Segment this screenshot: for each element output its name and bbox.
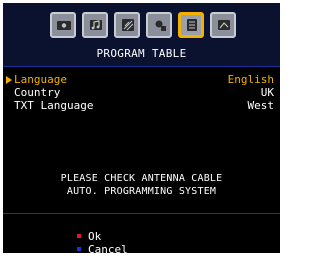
settings-list: Language English Country UK TXT Language… (3, 73, 280, 112)
ok-label: Ok (88, 230, 102, 243)
tab-setup[interactable] (146, 12, 172, 38)
tab-program-table[interactable] (178, 12, 204, 38)
cancel-label: Cancel (88, 243, 128, 253)
row-value-country: UK (260, 86, 274, 99)
row-country[interactable]: Country UK (3, 86, 280, 99)
tab-settings[interactable] (114, 12, 140, 38)
feature-icon (218, 20, 230, 30)
row-label-country: Country (14, 86, 61, 99)
menu-tab-bar (50, 12, 240, 48)
message-line-1: PLEASE CHECK ANTENNA CABLE (60, 173, 223, 184)
program-table-icon (187, 19, 197, 31)
settings-icon (122, 19, 134, 31)
row-label-txt-language: TXT Language (14, 99, 94, 112)
red-button-icon (77, 234, 81, 238)
sound-icon (90, 20, 102, 30)
message-line-2: AUTO. PROGRAMMING SYSTEM (66, 186, 217, 197)
blue-button-icon (77, 247, 81, 251)
row-txt-language[interactable]: TXT Language West (3, 99, 280, 112)
tab-feature[interactable] (210, 12, 236, 38)
row-label-language: Language (14, 73, 67, 86)
row-value-txt-language: West (247, 99, 275, 112)
tv-osd-window: PROGRAM TABLE Language English Country U… (3, 3, 280, 253)
row-value-language: English (227, 73, 274, 86)
divider-bottom (3, 213, 280, 214)
row-language[interactable]: Language English (3, 73, 280, 86)
menu-header: PROGRAM TABLE (3, 3, 280, 67)
menu-title: PROGRAM TABLE (96, 47, 187, 60)
tab-picture[interactable] (50, 12, 76, 38)
selection-arrow-icon (6, 76, 12, 84)
divider-top (3, 66, 280, 67)
tab-sound[interactable] (82, 12, 108, 38)
setup-icon (155, 20, 166, 31)
picture-icon (57, 21, 71, 30)
